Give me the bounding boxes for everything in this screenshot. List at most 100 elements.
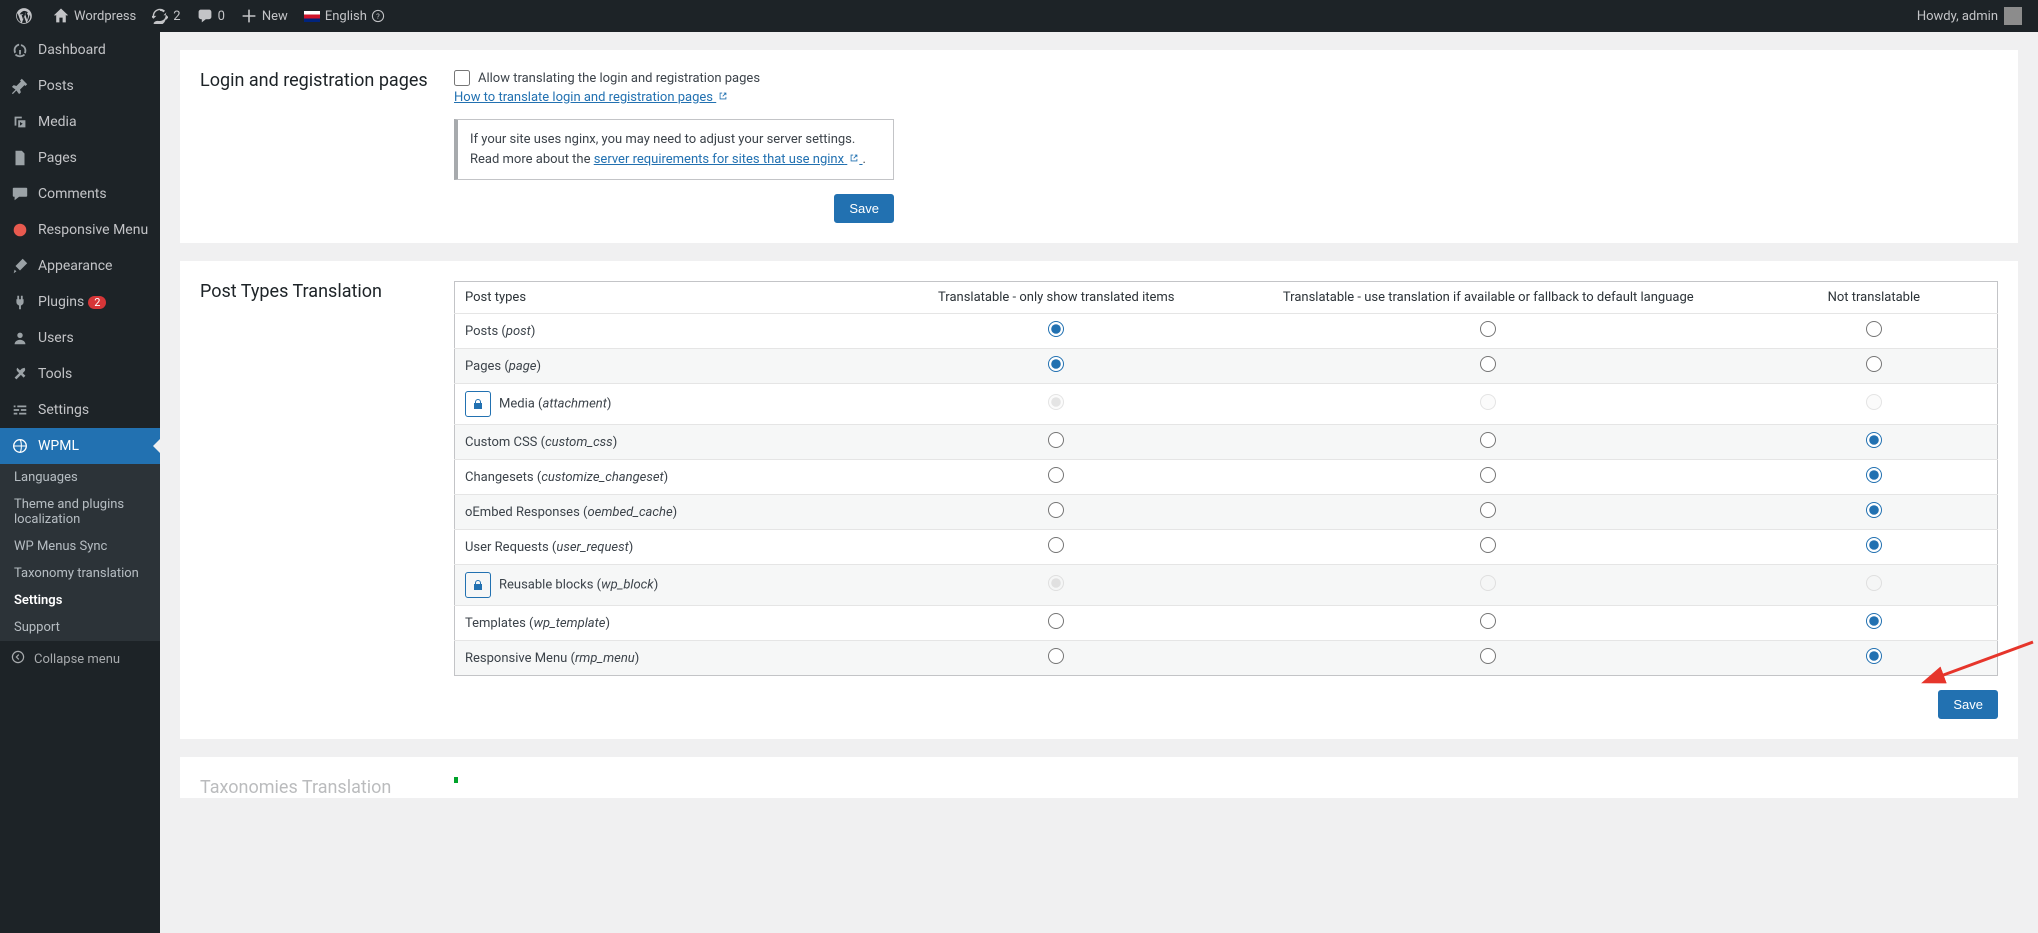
brush-icon (10, 256, 30, 276)
login-registration-heading: Login and registration pages (200, 70, 454, 91)
radio-translatable[interactable] (1048, 321, 1064, 337)
radio-translatable[interactable] (1048, 613, 1064, 629)
howto-link[interactable]: How to translate login and registration … (454, 90, 728, 105)
sidebar-item-users[interactable]: Users (0, 320, 160, 356)
sliders-icon (10, 400, 30, 420)
comments-count: 0 (218, 9, 225, 24)
submenu-languages[interactable]: Languages (0, 464, 160, 491)
collapse-menu[interactable]: Collapse menu (0, 641, 160, 677)
radio-translatable[interactable] (1048, 467, 1064, 483)
media-icon (10, 112, 30, 132)
sidebar-item-appearance[interactable]: Appearance (0, 248, 160, 284)
submenu-support[interactable]: Support (0, 614, 160, 641)
allow-translate-login-checkbox[interactable] (454, 70, 470, 86)
radio-not-translatable[interactable] (1866, 321, 1882, 337)
post-type-name: Pages (page) (455, 349, 887, 384)
post-type-name: oEmbed Responses (oembed_cache) (455, 495, 887, 530)
radio-fallback[interactable] (1480, 575, 1496, 591)
post-type-name: Custom CSS (custom_css) (455, 425, 887, 460)
th-fallback: Translatable - use translation if availa… (1226, 282, 1751, 314)
sidebar-item-wpml[interactable]: WPML (0, 428, 160, 464)
post-types-panel: Post Types Translation Post types Transl… (180, 261, 2018, 739)
post-type-name: Responsive Menu (rmp_menu) (455, 641, 887, 676)
sidebar-item-comments[interactable]: Comments (0, 176, 160, 212)
new-content[interactable]: New (233, 0, 296, 32)
radio-fallback[interactable] (1480, 648, 1496, 664)
post-types-heading: Post Types Translation (200, 281, 454, 302)
radio-not-translatable[interactable] (1866, 394, 1882, 410)
save-login-button[interactable]: Save (834, 194, 894, 223)
radio-fallback[interactable] (1480, 321, 1496, 337)
radio-fallback[interactable] (1480, 502, 1496, 518)
radio-translatable[interactable] (1048, 502, 1064, 518)
save-post-types-button[interactable]: Save (1938, 690, 1998, 719)
sidebar-item-label: WPML (38, 438, 79, 454)
radio-fallback[interactable] (1480, 356, 1496, 372)
sidebar-item-dashboard[interactable]: Dashboard (0, 32, 160, 68)
radio-fallback[interactable] (1480, 467, 1496, 483)
table-header-row: Post types Translatable - only show tran… (455, 282, 1998, 314)
table-row: Responsive Menu (rmp_menu) (455, 641, 1998, 676)
flag-icon (304, 11, 320, 22)
radio-not-translatable[interactable] (1866, 356, 1882, 372)
sidebar-item-label: Responsive Menu (38, 222, 148, 238)
pages-icon (10, 148, 30, 168)
tools-icon (10, 364, 30, 384)
sidebar-item-label: Tools (38, 366, 72, 382)
lock-icon[interactable] (465, 391, 491, 417)
radio-not-translatable[interactable] (1866, 432, 1882, 448)
wp-logo[interactable] (8, 0, 45, 32)
radio-not-translatable[interactable] (1866, 613, 1882, 629)
nginx-link-text: server requirements for sites that use n… (594, 152, 844, 167)
sidebar-item-posts[interactable]: Posts (0, 68, 160, 104)
submenu-settings[interactable]: Settings (0, 587, 160, 614)
table-row: oEmbed Responses (oembed_cache) (455, 495, 1998, 530)
sidebar-item-media[interactable]: Media (0, 104, 160, 140)
radio-fallback[interactable] (1480, 537, 1496, 553)
site-name[interactable]: Wordpress (45, 0, 144, 32)
howto-link-text: How to translate login and registration … (454, 90, 713, 105)
sidebar-item-plugins[interactable]: Plugins 2 (0, 284, 160, 320)
post-type-name: Templates (wp_template) (455, 606, 887, 641)
radio-translatable[interactable] (1048, 394, 1064, 410)
radio-fallback[interactable] (1480, 394, 1496, 410)
radio-fallback[interactable] (1480, 432, 1496, 448)
svg-text:?: ? (376, 12, 380, 21)
wpml-submenu: Languages Theme and plugins localization… (0, 464, 160, 641)
radio-not-translatable[interactable] (1866, 648, 1882, 664)
sidebar-item-pages[interactable]: Pages (0, 140, 160, 176)
radio-translatable[interactable] (1048, 575, 1064, 591)
comments-bubble[interactable]: 0 (189, 0, 233, 32)
nginx-link[interactable]: server requirements for sites that use n… (594, 152, 863, 167)
sidebar-item-tools[interactable]: Tools (0, 356, 160, 392)
language-switcher[interactable]: English ? (296, 0, 398, 32)
avatar (2004, 7, 2022, 25)
wordpress-logo-icon (16, 8, 32, 24)
sidebar-item-responsive-menu[interactable]: Responsive Menu (0, 212, 160, 248)
radio-not-translatable[interactable] (1866, 467, 1882, 483)
post-types-table: Post types Translatable - only show tran… (454, 281, 1998, 676)
wpml-icon (10, 436, 30, 456)
new-label: New (262, 9, 288, 24)
lock-icon[interactable] (465, 572, 491, 598)
radio-translatable[interactable] (1048, 432, 1064, 448)
user-icon (10, 328, 30, 348)
radio-not-translatable[interactable] (1866, 537, 1882, 553)
radio-translatable[interactable] (1048, 648, 1064, 664)
responsive-menu-icon (10, 220, 30, 240)
radio-translatable[interactable] (1048, 537, 1064, 553)
radio-fallback[interactable] (1480, 613, 1496, 629)
radio-not-translatable[interactable] (1866, 502, 1882, 518)
sidebar-item-label: Pages (38, 150, 77, 166)
radio-translatable[interactable] (1048, 356, 1064, 372)
user-greeting[interactable]: Howdy, admin (1909, 0, 2030, 32)
submenu-theme-plugins[interactable]: Theme and plugins localization (0, 491, 160, 533)
sidebar-item-settings[interactable]: Settings (0, 392, 160, 428)
table-row: Changesets (customize_changeset) (455, 460, 1998, 495)
plugins-badge: 2 (88, 296, 106, 309)
allow-translate-login-label: Allow translating the login and registra… (478, 71, 760, 86)
radio-not-translatable[interactable] (1866, 575, 1882, 591)
submenu-taxonomy[interactable]: Taxonomy translation (0, 560, 160, 587)
submenu-menus-sync[interactable]: WP Menus Sync (0, 533, 160, 560)
updates[interactable]: 2 (144, 0, 188, 32)
